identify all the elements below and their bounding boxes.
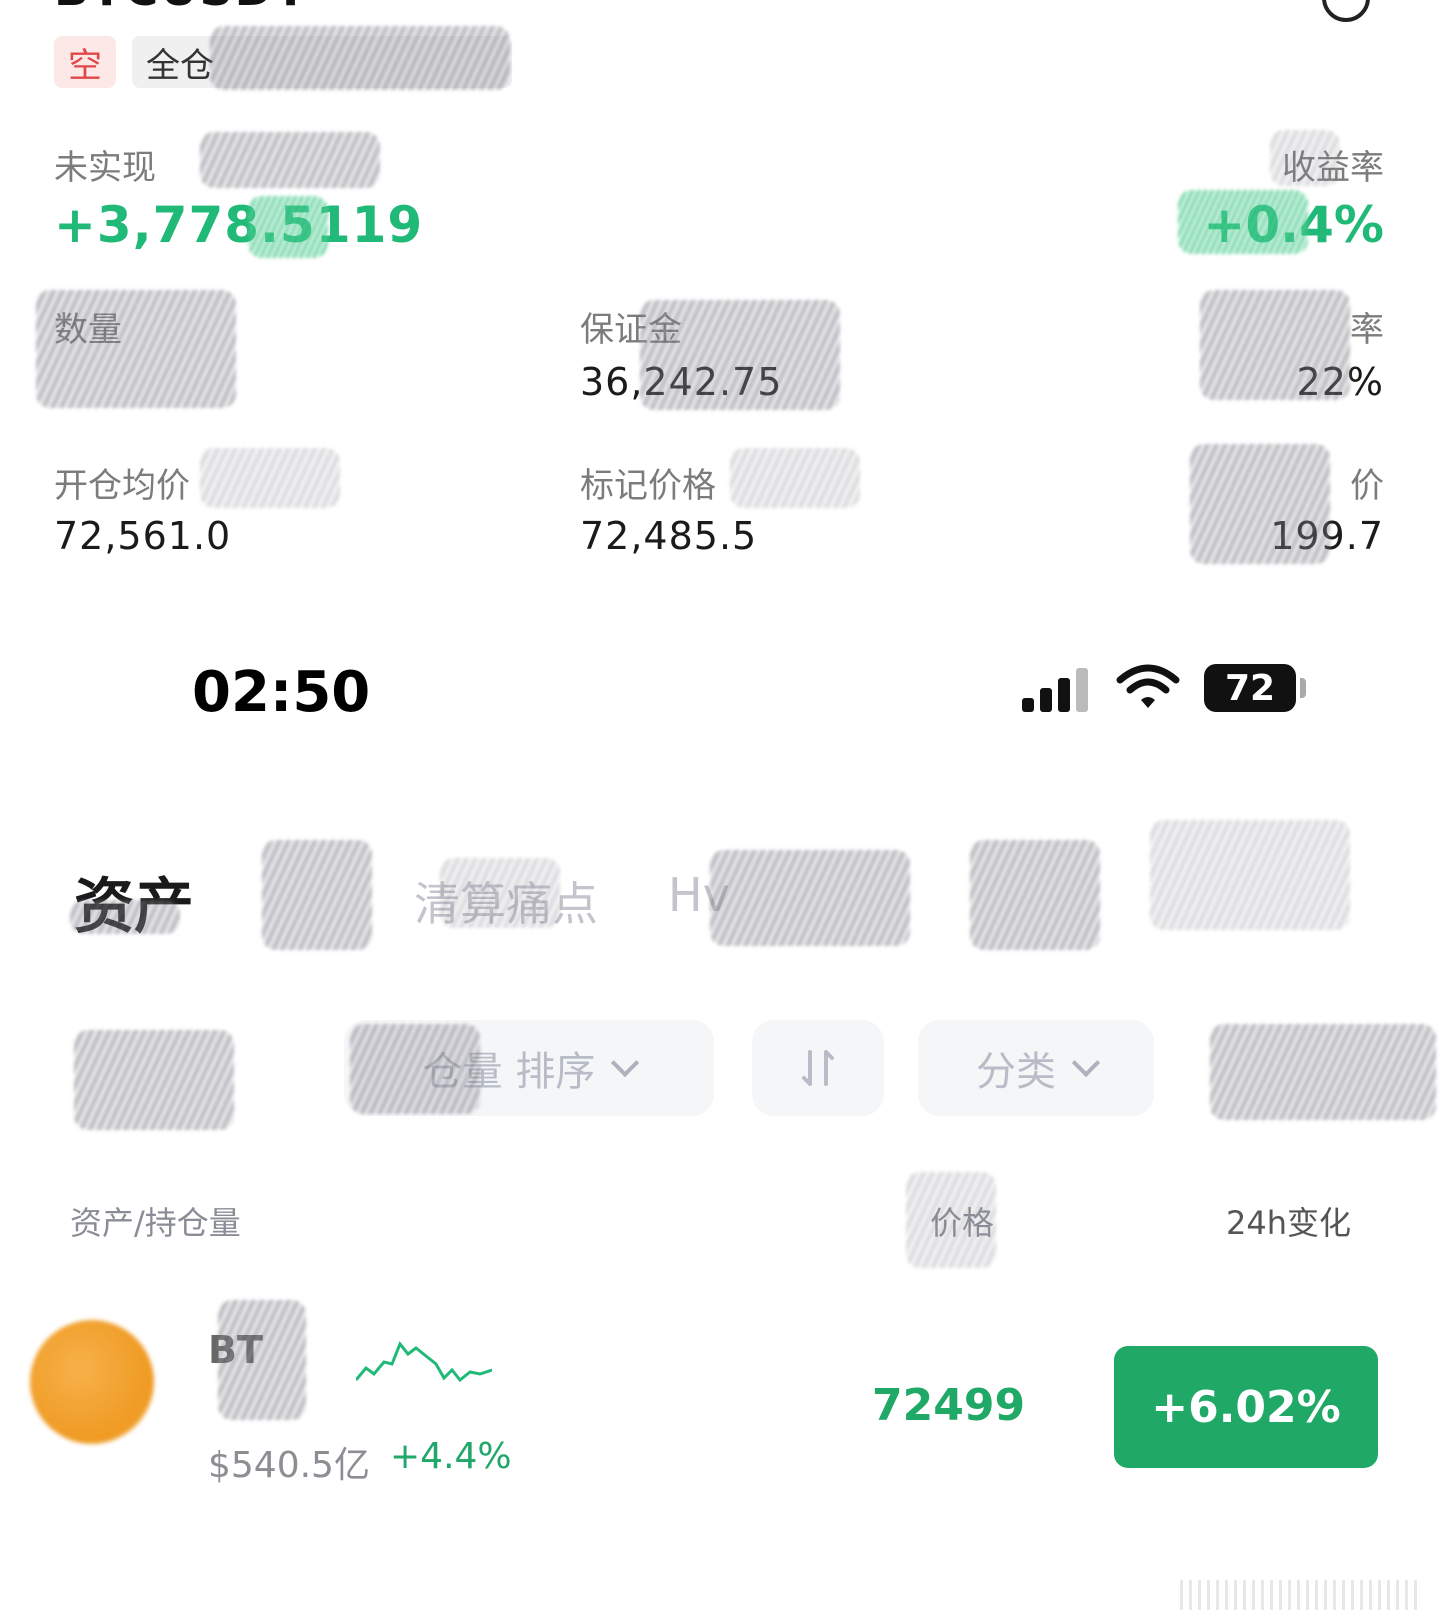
mark-price-label: 标记价格 (580, 466, 716, 506)
redaction (200, 132, 380, 188)
redaction (1190, 444, 1330, 564)
asset-volume: $540.5亿 (208, 1445, 370, 1486)
redaction (200, 448, 340, 508)
asset-volume-change: +4.4% (390, 1436, 512, 1477)
unrealized-pnl-value: +3,778.5119 (54, 196, 424, 254)
battery-icon: 72 (1204, 664, 1296, 712)
redaction (1270, 130, 1340, 186)
redaction (1150, 820, 1350, 930)
change-24h-button[interactable]: +6.02% (1114, 1346, 1378, 1468)
cellular-signal-icon (1022, 664, 1092, 712)
battery-level: 72 (1224, 667, 1276, 709)
category-dropdown-label: 分类 (976, 1049, 1056, 1095)
redaction (640, 300, 840, 410)
entry-price-value: 72,561.0 (54, 514, 232, 558)
sparkline-chart (356, 1341, 492, 1383)
sort-toggle-button[interactable] (752, 1020, 884, 1116)
unrealized-pnl-label: 未实现 (54, 148, 156, 188)
battery-cap (1300, 678, 1306, 698)
status-time: 02:50 (192, 660, 371, 725)
chevron-down-icon (1071, 1048, 1101, 1078)
redaction (1178, 190, 1308, 254)
redaction (1210, 1024, 1436, 1120)
redaction (440, 858, 560, 928)
column-header-24h-change: 24h变化 (1226, 1204, 1352, 1242)
redaction (906, 1172, 996, 1268)
chevron-down-icon (611, 1048, 640, 1078)
redaction (350, 1024, 480, 1114)
column-header-asset: 资产/持仓量 (70, 1204, 241, 1242)
redaction (970, 840, 1100, 950)
redaction (70, 900, 180, 934)
redaction (1200, 290, 1350, 400)
redaction (74, 1030, 234, 1130)
category-dropdown[interactable]: 分类 (918, 1020, 1154, 1116)
entry-price-label: 开仓均价 (54, 466, 190, 506)
margin-mode-label: 全仓 (146, 45, 214, 86)
position-pair-title: BTCUSDT (54, 0, 308, 16)
redaction (730, 448, 860, 508)
redaction (36, 290, 236, 408)
redaction (218, 1300, 306, 1420)
redaction (210, 26, 510, 90)
asset-price: 72499 (872, 1380, 1026, 1431)
wifi-icon (1116, 664, 1180, 708)
liquidation-price-label: 价 (1350, 466, 1384, 506)
mark-price-value: 72,485.5 (580, 514, 758, 558)
redaction (248, 196, 328, 258)
side-tag: 空 (54, 36, 116, 88)
margin-ratio-label: 率 (1350, 310, 1384, 350)
share-icon[interactable] (1322, 0, 1370, 22)
change-24h-value: +6.02% (1151, 1381, 1341, 1433)
redaction (710, 850, 910, 946)
sort-arrows-icon (802, 1050, 834, 1086)
redaction (262, 840, 372, 950)
btc-coin-icon (30, 1320, 154, 1444)
watermark (1180, 1580, 1420, 1610)
